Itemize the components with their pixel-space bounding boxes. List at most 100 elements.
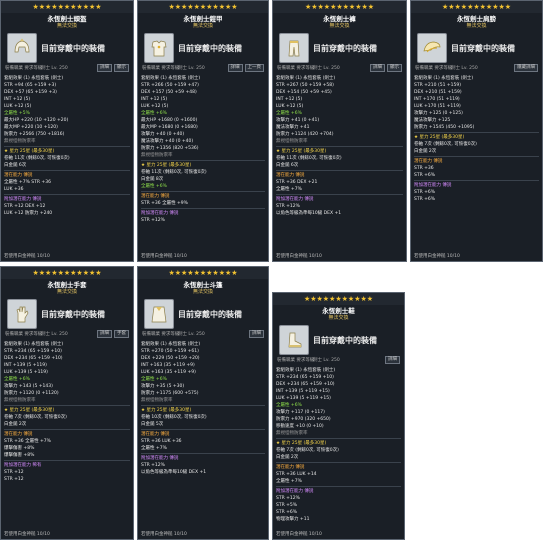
stat-line: 全屬性 +6% [141,184,167,189]
stat-line: 潛在能力 傳說 [141,191,265,200]
hammer-note: 若使用白金神槌 10/10 [4,532,50,537]
tooltip-button[interactable]: 詳細 [249,330,264,338]
stat-line: 防禦力 +1120 (0 +1120) [4,391,59,396]
stat-line: 套組效果 (1) 永恆套裝 (劍士) [276,368,336,373]
trade-status: 無法交換 [329,23,350,29]
stat-line: 魔法攻擊力 +125 [414,118,451,123]
stat-line: INT +12 (5) [4,97,31,102]
currently-equipped-label: 目前穿戴中的裝備 [41,310,105,319]
stat-line: 白金鎚 6次 [4,163,27,168]
stat-line: STR +36 [414,166,434,171]
stat-line: 物理攻擊力 +11 [276,517,310,522]
stat-line: DEX +234 (65 +159 +10) [4,356,63,361]
currently-equipped-label: 目前穿戴中的裝備 [451,44,515,53]
stat-line: 防禦力 +2566 (750 +1816) [4,132,65,137]
stat-line: 無視怪物防禦率 [4,398,36,403]
stat-line: ★ 星力 25星 (最多30星) [414,132,539,141]
stat-line: STR +6% [414,190,436,195]
stat-line: 套組效果 (1) 永恆套裝 (劍士) [4,76,64,81]
star-force-stars: ★★★★★★★★★★★ [168,3,238,11]
stat-line: LUK +12 (5) [141,104,169,109]
stat-line: ★ 星力 25星 (最多30星) [141,160,265,169]
stat-line: STR +6% [414,197,436,202]
tooltip-button[interactable]: 顯示 [114,64,129,72]
item-tooltip-helmet: ★★★★★★★★★★★ 永恆劍士頭盔 無法交換 目前穿戴中的裝備 裝備職業 要求等級 劍士… [0,0,134,262]
stat-line: STR +36 全屬性 +9% [141,201,188,206]
currently-equipped-label: 目前穿戴中的裝備 [178,310,242,319]
stat-line: LUK +170 (51 +119) [414,104,461,109]
stat-line: 攻擊力 +143 (5 +143) [4,384,53,389]
stat-line: STR +12% [141,218,165,223]
tooltip-buttons: 詳細 [385,356,400,364]
tooltip-button[interactable]: 上一頁 [244,64,264,72]
item-icon-box [144,33,174,63]
item-name: 永恆劍士褲 [323,15,356,23]
item-icon-box [7,33,37,63]
hammer-note: 若使用白金神槌 10/10 [276,254,322,259]
stat-line: STR +36 DEX +21 [276,180,318,185]
stat-line: STR +267 (50 +159 +58) [276,83,334,88]
stat-line: 卷軸 7次 (剩餘0次, 可恢復0次) [414,142,477,147]
stat-lines: 套組效果 (1) 永恆套裝 (劍士) STR +234 (65 +159 +10)… [276,367,401,523]
stat-line: STR +234 (65 +159 +10) [276,375,334,380]
stat-line: 全屬性 +6% [141,111,167,116]
stat-line: 附加潛在能力 稀有 [4,460,130,469]
tooltip-button[interactable]: 詳細 [370,64,385,72]
stat-line: DEX +210 (51 +159) [414,90,462,95]
stat-line: INT +163 (35 +119 +9) [141,363,195,368]
stat-line: INT +139 (5 +119 +15) [276,389,330,394]
stat-line: 最大HP +1680 (0 +1600) [141,118,198,123]
tooltip-button[interactable]: 手套 [114,330,129,338]
stat-line: 全屬性 +5% [4,111,30,116]
stat-line: STR +12% [141,463,165,468]
trade-status: 無法交換 [192,289,213,295]
stat-line: 全屬性 +6% [4,377,30,382]
stat-line: 無視怪物防禦率 [4,139,36,144]
tooltip-buttons: 詳細 上一頁 [227,64,264,72]
stat-line: ★ 星力 25星 (最多30星) [4,405,130,414]
stat-line: 無視怪物防禦率 [141,398,173,403]
item-name: 永恆劍士肩膀 [457,15,496,23]
stat-line: DEX +154 (50 +59 +45) [276,90,332,95]
tooltip-button[interactable]: 詳細 [385,356,400,364]
stat-line: INT +12 (5) [141,97,168,102]
stat-lines: 套組效果 (1) 永恆套裝 (劍士) STR +234 (65 +159 +10)… [4,341,130,483]
stat-line: 防禦力 +970 (320 +650) [276,417,331,422]
stat-line: STR +12% [276,204,300,209]
stat-line: 無視怪物防禦率 [276,139,308,144]
stat-line: 全屬性 +7% [276,479,302,484]
item-name: 永恆劍士頭盔 [47,15,87,23]
requirement-values: 劍士 Lv. 250 [313,358,340,363]
tooltip-button[interactable]: 顯示 [387,64,402,72]
trade-status: 無法交換 [56,23,77,29]
requirement-label: 裝備職業 要求等級 [5,66,43,71]
stat-lines: 套組效果 (1) 永恆套裝 (劍士) STR +210 (51 +159) DEX … [414,75,539,203]
stat-line: LUK +163 (35 +119 +9) [141,370,196,375]
star-force-stars: ★★★★★★★★★★★ [32,3,102,11]
requirement-label: 裝備職業 要求等級 [5,332,43,337]
stat-line: LUK +12 (5) [276,104,304,109]
stat-line: 卷軸 11次 (剩餘0次, 可恢復0次) [4,156,70,161]
star-force-stars: ★★★★★★★★★★★ [441,3,512,11]
trade-status: 無法交換 [328,315,349,321]
hammer-note: 若使用白金神槌 10/10 [4,254,50,259]
stat-line: 攻擊力 +125 (0 +125) [414,111,463,116]
stat-line: ★ 星力 25星 (最多30星) [276,438,401,447]
stat-line: STR +36 LUK +36 [141,439,182,444]
item-icon-box [279,325,309,355]
stat-line: LUK +12 防禦力 +240 [4,211,53,216]
tooltip-button[interactable]: 詳細 [97,330,112,338]
stat-line: 攻擊力 +40 (0 +40) [141,132,185,137]
armor-icon [151,40,167,57]
stat-line: LUK +36 [4,187,24,192]
stat-line: 全屬性 +6% [276,111,302,116]
stat-line: 套組效果 (1) 永恆套裝 (劍士) [276,76,336,81]
stat-line: LUK +139 (5 +119) [4,370,48,375]
trade-status: 無法交換 [466,23,487,29]
tooltip-button[interactable]: 詳細 [97,64,112,72]
stat-line: 防禦力 +1356 (820 +536) [141,146,199,151]
stat-line: 套組效果 (1) 永恆套裝 (劍士) [141,342,201,347]
stat-line: STR +210 (51 +159) [414,83,461,88]
tooltip-button[interactable]: 隱藏詳細 [514,64,538,72]
tooltip-button[interactable]: 詳細 [227,64,243,72]
